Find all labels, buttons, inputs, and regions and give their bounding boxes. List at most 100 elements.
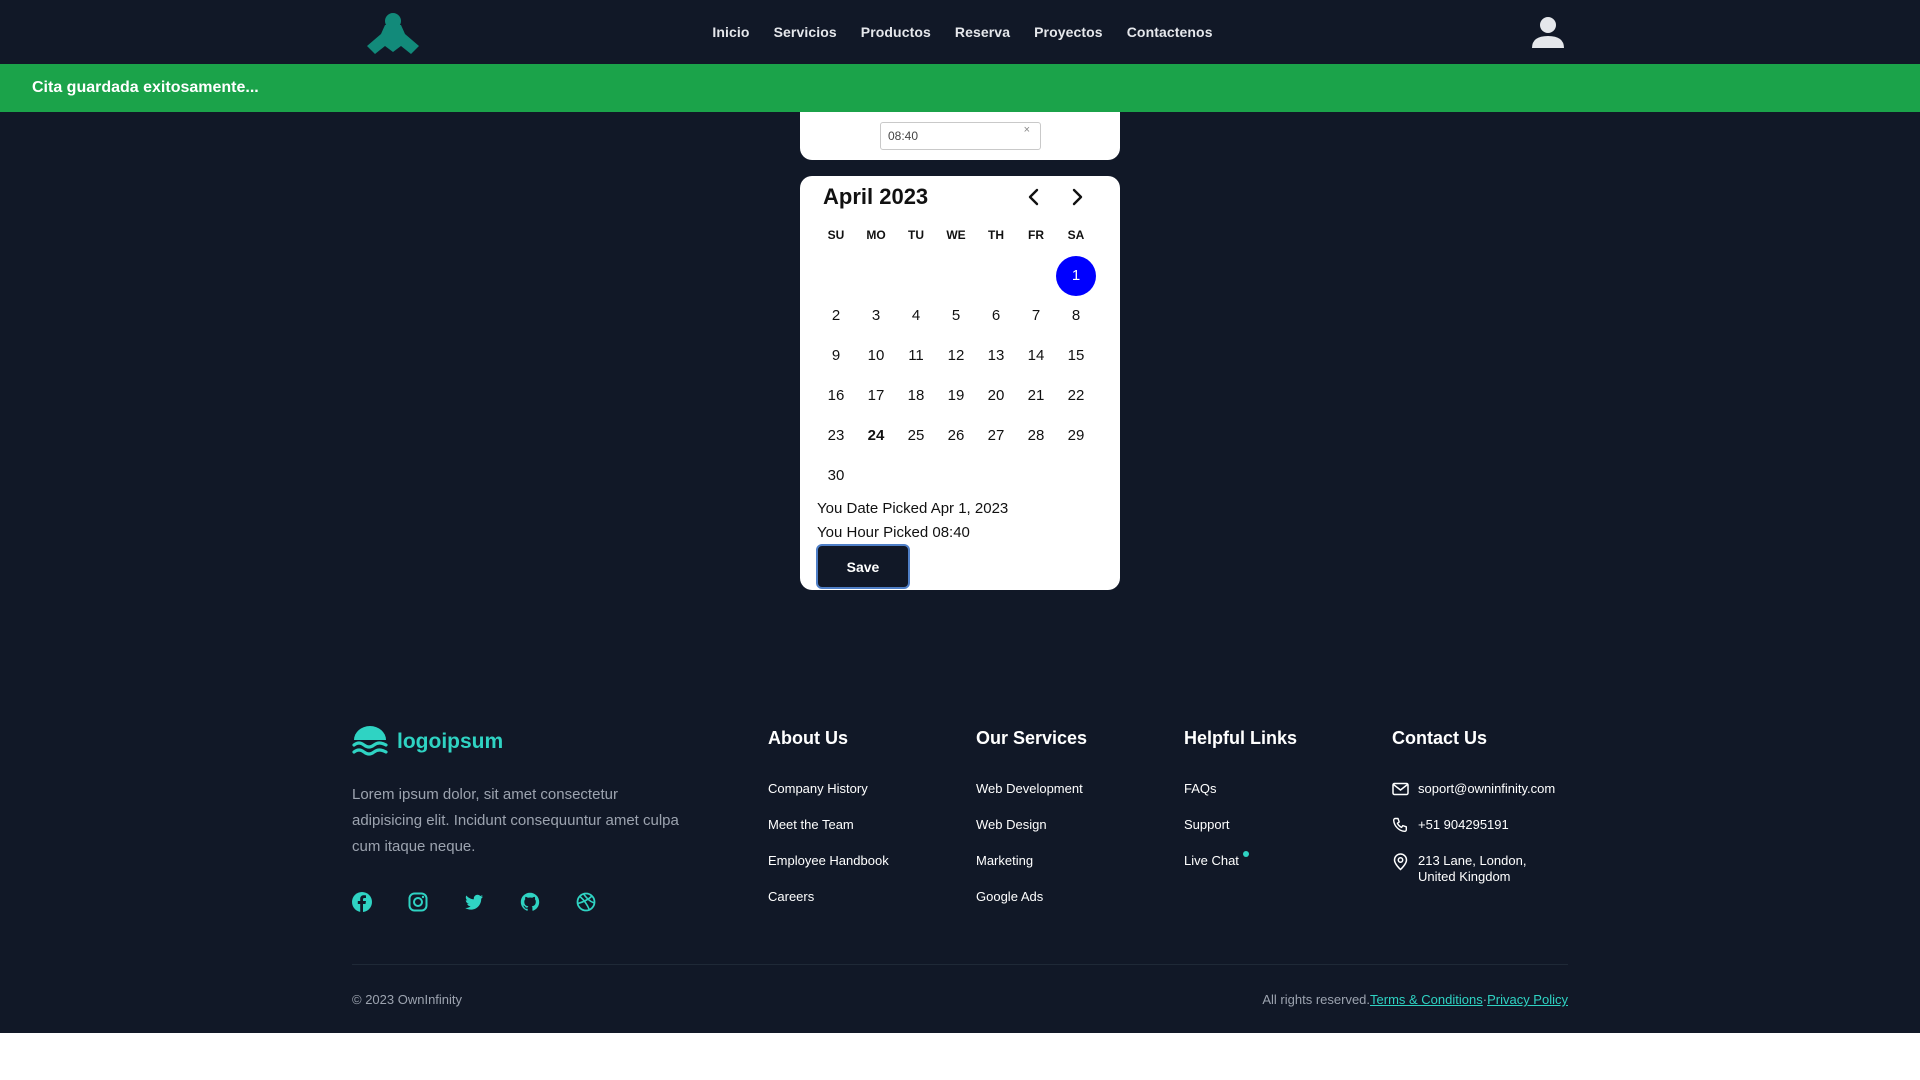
page-background: Inicio Servicios Productos Reserva Proye… [0,0,1920,1033]
mail-icon [1392,782,1409,796]
top-navbar: Inicio Servicios Productos Reserva Proye… [0,0,1920,64]
nav-link-servicios[interactable]: Servicios [774,24,837,40]
calendar-day[interactable]: 15 [1056,336,1096,376]
privacy-link[interactable]: Privacy Policy [1487,992,1568,1007]
weekday-header: FR [1028,228,1044,242]
weekday-header: SU [827,228,845,242]
calendar-day[interactable]: 19 [936,376,976,416]
footer-link[interactable]: Web Design [976,817,1087,833]
time-input-wrapper: × [880,122,1041,150]
chevron-left-icon[interactable] [1021,184,1047,210]
chevron-right-icon[interactable] [1064,184,1090,210]
calendar-day[interactable]: 25 [896,416,936,456]
calendar-day[interactable]: 28 [1016,416,1056,456]
footer-link[interactable]: Employee Handbook [768,853,889,869]
footer-divider [352,964,1568,965]
calendar-day[interactable]: 12 [936,336,976,376]
footer-description: Lorem ipsum dolor, sit amet consectetur … [352,786,679,855]
calendar-day[interactable]: 4 [896,296,936,336]
footer-services-column: Our Services Web Development Web Design … [976,728,1087,925]
calendar-card: April 2023 SU MO TU WE TH FR SA 1 2 3 4 … [800,176,1120,590]
calendar-day[interactable]: 9 [816,336,856,376]
footer-logo-text: logoipsum [397,730,504,753]
nav-link-contactenos[interactable]: Contactenos [1127,24,1213,40]
weekday-header: TH [988,228,1004,242]
calendar-day[interactable]: 21 [1016,376,1056,416]
footer-services-title: Our Services [976,728,1088,748]
picked-hour-text: You Hour Picked 08:40 [817,524,970,541]
calendar-day[interactable]: 23 [816,416,856,456]
calendar-day[interactable]: 26 [936,416,976,456]
user-avatar-icon[interactable] [1530,14,1566,50]
address-line: United Kingdom [1418,869,1511,884]
calendar-day[interactable]: 20 [976,376,1016,416]
footer-link[interactable]: Google Ads [976,889,1087,905]
rights-text: All rights reserved. [1262,992,1371,1007]
footer-link[interactable]: Company History [768,781,889,797]
address-line: 213 Lane, London, [1418,853,1527,868]
footer-link[interactable]: Web Development [976,781,1087,797]
footer-link[interactable]: Careers [768,889,889,905]
save-button[interactable]: Save [816,544,910,589]
calendar-day[interactable]: 7 [1016,296,1056,336]
toast-message: Cita guardada exitosamente... [32,79,259,96]
dribbble-icon[interactable] [576,892,596,912]
footer-link[interactable]: Marketing [976,853,1087,869]
instagram-icon[interactable] [408,892,428,912]
clear-time-icon[interactable]: × [1024,123,1030,137]
twitter-icon[interactable] [464,892,484,912]
calendar-day[interactable]: 17 [856,376,896,416]
contact-email: soport@owninfinity.com [1418,781,1556,796]
weekday-header: WE [946,228,966,242]
contact-phone: +51 904295191 [1418,817,1509,832]
calendar-day[interactable]: 13 [976,336,1016,376]
waves-logo-icon [352,726,388,756]
calendar-day[interactable]: 30 [816,456,856,496]
calendar-day[interactable]: 3 [856,296,896,336]
calendar-day[interactable]: 27 [976,416,1016,456]
contact-address-row: 213 Lane, London, United Kingdom [1392,853,1555,885]
contact-email-row[interactable]: soport@owninfinity.com [1392,781,1555,797]
footer-link[interactable]: Support [1184,817,1297,833]
github-icon[interactable] [520,892,540,912]
calendar-day-today[interactable]: 24 [856,416,896,456]
footer-link[interactable]: Meet the Team [768,817,889,833]
success-toast: Cita guardada exitosamente... [0,64,1920,112]
calendar-day[interactable]: 16 [816,376,856,416]
calendar-day[interactable]: 14 [1016,336,1056,376]
time-picker-card: × [800,112,1120,160]
calendar-day[interactable]: 8 [1056,296,1096,336]
calendar-day[interactable]: 18 [896,376,936,416]
footer-link[interactable]: FAQs [1184,781,1297,797]
footer-logo[interactable]: logoipsum [352,726,503,758]
live-chat-label: Live Chat [1184,853,1239,868]
weekday-header: MO [866,228,886,242]
calendar-day[interactable]: 2 [816,296,856,336]
nav-link-proyectos[interactable]: Proyectos [1034,24,1103,40]
calendar-day[interactable]: 10 [856,336,896,376]
calendar-day[interactable]: 6 [976,296,1016,336]
nav-link-inicio[interactable]: Inicio [712,24,749,40]
terms-link[interactable]: Terms & Conditions [1370,992,1483,1007]
facebook-icon[interactable] [352,892,372,912]
calendar-day-selected[interactable]: 1 [1056,256,1096,296]
calendar-month-label: April 2023 [823,184,929,209]
footer-contact-column: Contact Us soport@owninfinity.com +51 90… [1392,728,1555,905]
calendar-day[interactable]: 5 [936,296,976,336]
footer-helpful-column: Helpful Links FAQs Support Live Chat [1184,728,1297,889]
nav-link-reserva[interactable]: Reserva [955,24,1010,40]
contact-phone-row[interactable]: +51 904295191 [1392,817,1555,833]
calendar-day[interactable]: 11 [896,336,936,376]
weekday-header: SA [1067,228,1085,242]
copyright-text: © 2023 OwnInfinity [352,992,463,1007]
legal-links: All rights reserved.Terms & Conditions·P… [1262,992,1568,1007]
social-links [352,892,596,912]
calendar-day[interactable]: 29 [1056,416,1096,456]
nav-link-productos[interactable]: Productos [861,24,931,40]
footer-about-column: About Us Company History Meet the Team E… [768,728,889,925]
footer-about-title: About Us [768,728,848,748]
calendar-day[interactable]: 22 [1056,376,1096,416]
footer-link-live-chat[interactable]: Live Chat [1184,851,1297,869]
time-input[interactable] [881,123,1021,149]
phone-icon [1393,817,1407,832]
